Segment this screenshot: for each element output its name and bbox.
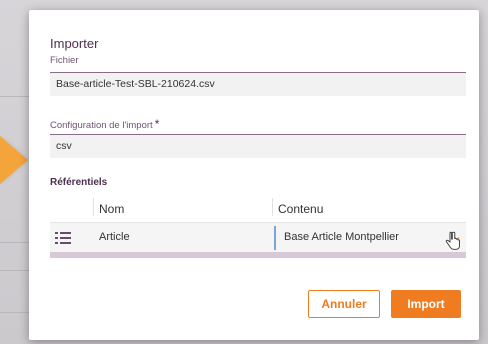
cell-nom: Article bbox=[99, 231, 130, 243]
config-field[interactable]: csv bbox=[50, 134, 466, 158]
referentials-label: Référentiels bbox=[50, 177, 108, 188]
background-divider bbox=[0, 242, 30, 243]
column-separator bbox=[93, 198, 94, 216]
import-dialog: Importer Fichier Base-article-Test-SBL-2… bbox=[29, 10, 479, 340]
config-label-text: Configuration de l'import bbox=[50, 120, 153, 131]
config-value: csv bbox=[56, 140, 72, 152]
column-header-contenu[interactable]: Contenu bbox=[278, 202, 323, 216]
referentials-table: Nom Contenu Article Base Article Montpel… bbox=[50, 194, 466, 258]
dialog-title: Importer bbox=[50, 36, 99, 51]
file-field[interactable]: Base-article-Test-SBL-210624.csv bbox=[50, 72, 466, 96]
background-divider bbox=[0, 312, 30, 313]
list-icon[interactable] bbox=[55, 231, 71, 245]
import-button[interactable]: Import bbox=[391, 290, 461, 318]
orange-arrow-icon bbox=[0, 136, 28, 184]
cell-contenu[interactable]: Base Article Montpellier bbox=[284, 231, 399, 243]
file-value: Base-article-Test-SBL-210624.csv bbox=[56, 78, 215, 90]
hand-pointer-icon bbox=[445, 231, 460, 250]
required-marker: * bbox=[154, 117, 160, 131]
table-row[interactable]: Article Base Article Montpellier ⌄ bbox=[50, 222, 466, 253]
column-separator bbox=[272, 198, 273, 216]
row-selection-bar bbox=[50, 252, 466, 258]
cell-focus-indicator bbox=[274, 226, 276, 250]
file-label: Fichier bbox=[50, 55, 79, 66]
table-header: Nom Contenu bbox=[50, 194, 466, 220]
column-header-nom[interactable]: Nom bbox=[99, 202, 124, 216]
config-label: Configuration de l'import * bbox=[50, 117, 159, 131]
background-divider bbox=[0, 270, 30, 271]
cancel-button[interactable]: Annuler bbox=[308, 290, 380, 318]
background-divider bbox=[0, 96, 30, 97]
